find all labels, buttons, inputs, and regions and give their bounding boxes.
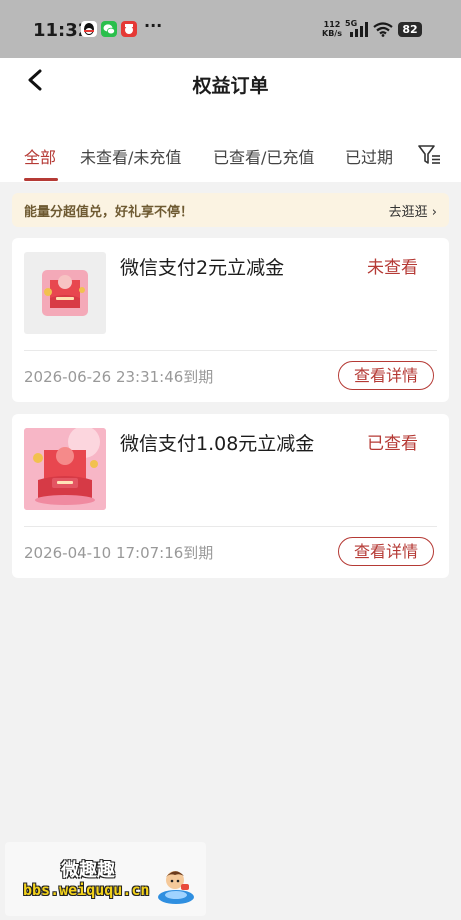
view-details-button[interactable]: 查看详情 xyxy=(338,361,434,390)
filter-icon[interactable] xyxy=(418,144,442,166)
tab-expired[interactable]: 已过期 xyxy=(345,144,393,168)
coupon-thumbnail xyxy=(24,252,106,334)
more-notifications: ··· xyxy=(144,16,163,35)
view-details-button[interactable]: 查看详情 xyxy=(338,537,434,566)
active-tab-indicator xyxy=(24,178,58,181)
tab-all[interactable]: 全部 xyxy=(24,144,56,168)
tab-unviewed[interactable]: 未查看/未充值 xyxy=(80,144,181,168)
banner-text: 能量分超值兑，好礼享不停！ xyxy=(24,205,194,220)
speed-value: 112 xyxy=(323,20,341,29)
qq-icon xyxy=(81,21,97,37)
divider xyxy=(24,350,437,351)
banner-link[interactable]: 去逛逛 › xyxy=(389,201,437,220)
watermark-name: 微趣趣 xyxy=(61,860,115,881)
tab-bar: 全部 未查看/未充值 已查看/已充值 已过期 xyxy=(0,142,461,182)
order-status: 未查看 xyxy=(367,258,418,278)
page-title: 权益订单 xyxy=(192,75,269,97)
coupon-thumbnail xyxy=(24,428,106,510)
tab-viewed[interactable]: 已查看/已充值 xyxy=(213,144,314,168)
speed-unit: KB/s xyxy=(322,29,342,38)
signal-icon xyxy=(350,22,370,37)
wifi-icon xyxy=(373,22,393,41)
order-expiry: 2026-04-10 17:07:16到期 xyxy=(24,544,214,562)
network-speed: 112 KB/s xyxy=(322,20,342,38)
wechat-icon xyxy=(101,21,117,37)
header: 权益订单 全部 未查看/未充值 已查看/已充值 已过期 xyxy=(0,58,461,182)
status-bar: 11:32 ··· 112 KB/s 5G 82 xyxy=(0,0,461,58)
order-status: 已查看 xyxy=(367,434,418,454)
order-card: 微信支付2元立减金 未查看 2026-06-26 23:31:46到期 查看详情 xyxy=(12,238,449,402)
order-card: 微信支付1.08元立减金 已查看 2026-04-10 17:07:16到期 查… xyxy=(12,414,449,578)
watermark: 微趣趣 bbs.weiququ.cn xyxy=(5,842,206,916)
order-title: 微信支付1.08元立减金 xyxy=(120,433,315,455)
divider xyxy=(24,526,437,527)
watermark-url: bbs.weiququ.cn xyxy=(23,881,150,899)
order-title: 微信支付2元立减金 xyxy=(120,257,285,279)
app-icon xyxy=(121,21,137,37)
order-expiry: 2026-06-26 23:31:46到期 xyxy=(24,368,214,386)
battery-icon: 82 xyxy=(398,22,422,37)
mascot-icon xyxy=(155,864,197,906)
promo-banner[interactable]: 能量分超值兑，好礼享不停！ 去逛逛 › xyxy=(12,193,449,227)
